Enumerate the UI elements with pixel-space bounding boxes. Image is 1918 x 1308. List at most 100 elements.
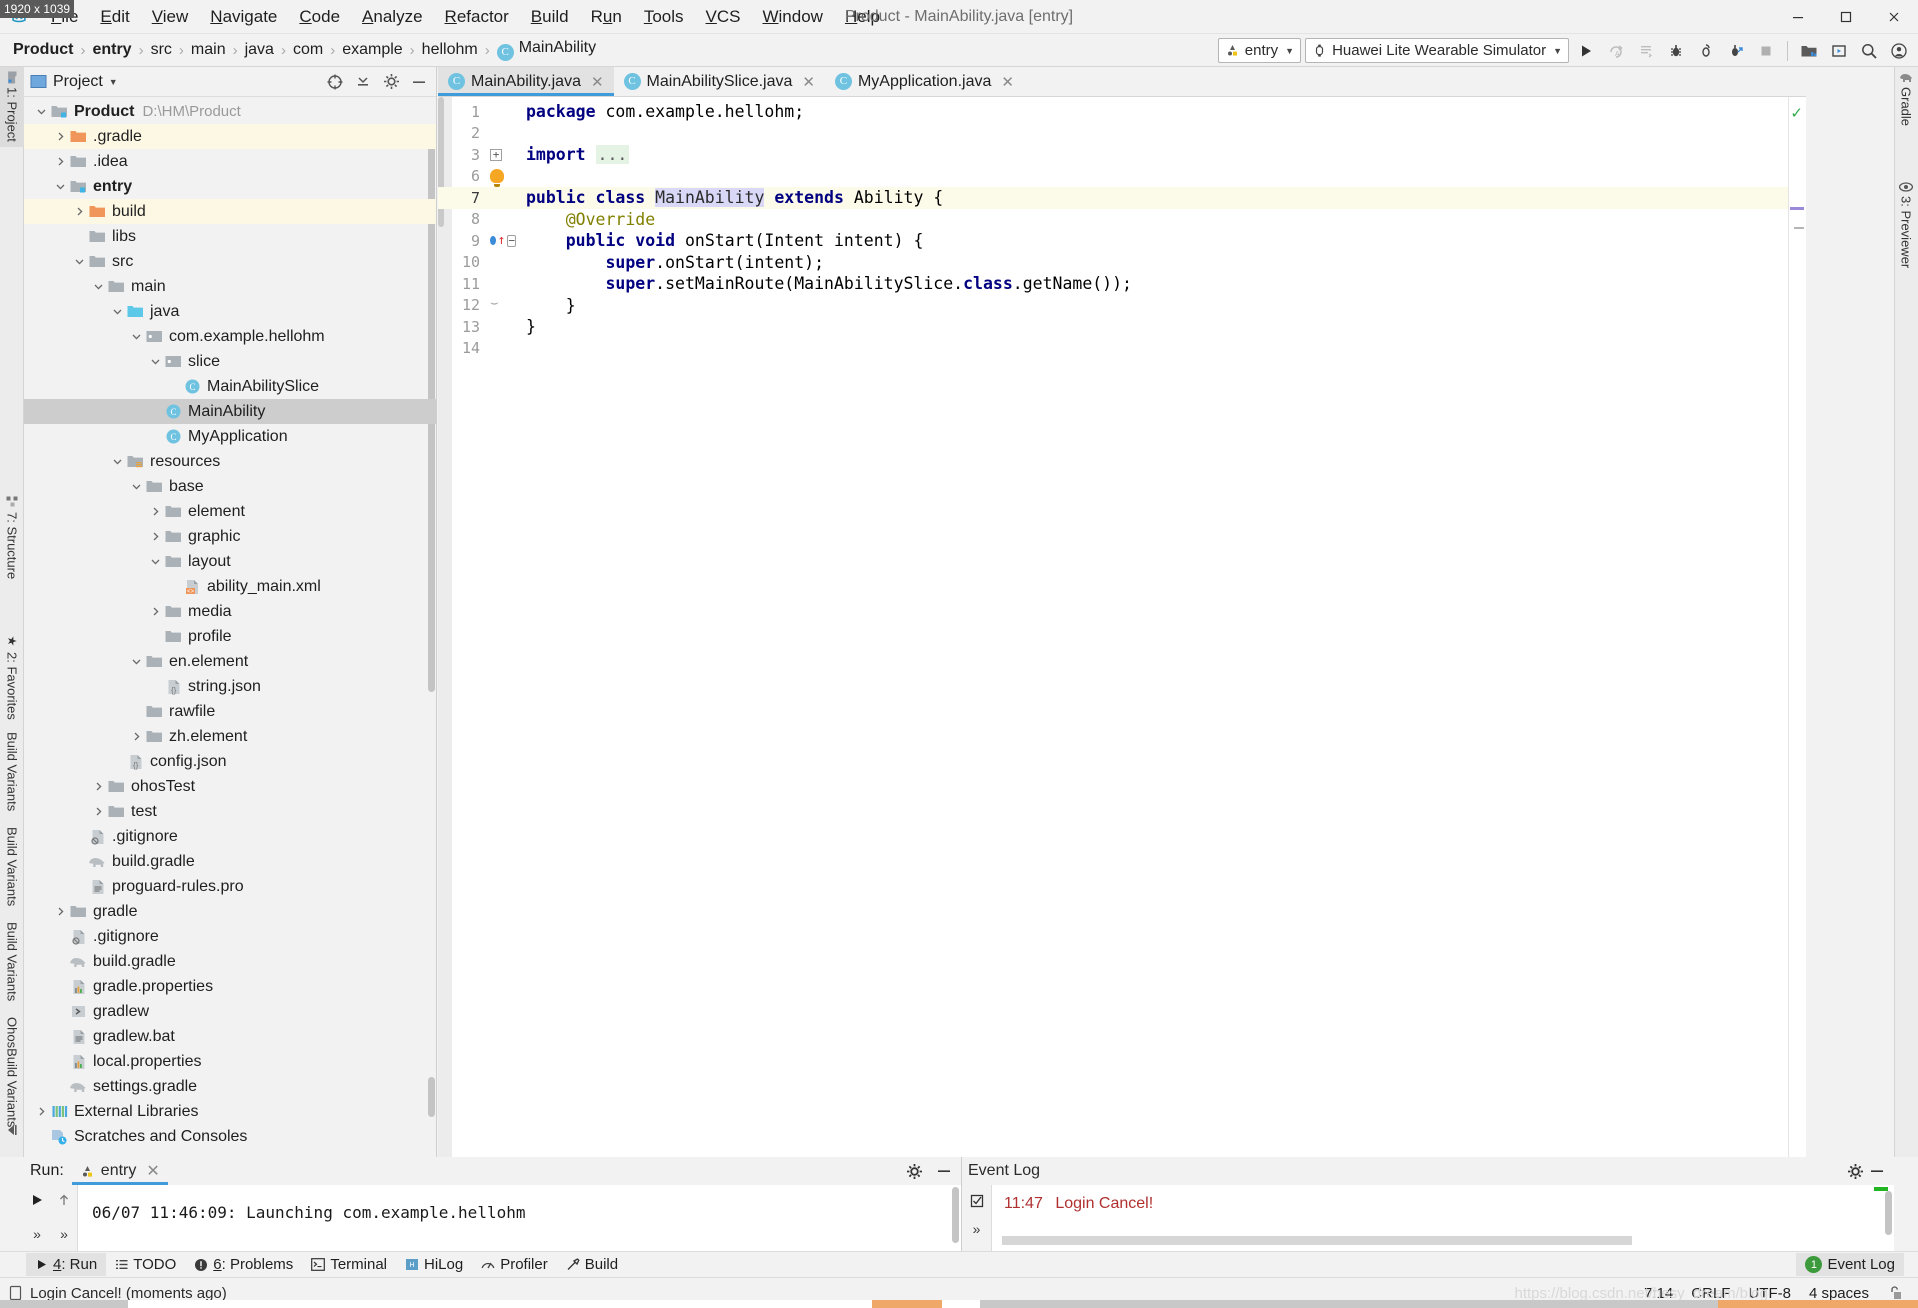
code-editor[interactable]: 1 package com.example.hellohm; 2 3 + import .… xyxy=(438,97,1806,1157)
tree-node-settings.gradle[interactable]: settings.gradle xyxy=(24,1074,436,1099)
tree-node-slice[interactable]: slice xyxy=(24,349,436,374)
chevron-right-icon[interactable] xyxy=(148,504,163,519)
expand-event-log-button[interactable]: » xyxy=(965,1217,989,1241)
tree-node-element[interactable]: element xyxy=(24,499,436,524)
settings-gear-icon[interactable] xyxy=(903,1160,925,1182)
tree-node-test[interactable]: test xyxy=(24,799,436,824)
editor-tab-myapplication-java[interactable]: C MyApplication.java ✕ xyxy=(824,67,1024,96)
chevron-down-icon[interactable] xyxy=(110,304,125,319)
chevron-right-icon[interactable] xyxy=(53,904,68,919)
event-log-content[interactable]: 11:47 Login Cancel! xyxy=(992,1185,1894,1251)
menu-item-help[interactable]: Help xyxy=(834,3,891,31)
tree-node-main[interactable]: main xyxy=(24,274,436,299)
tree-node-src[interactable]: src xyxy=(24,249,436,274)
gutter-marks[interactable]: ⌣ xyxy=(488,297,516,311)
tree-node-scratches-and-consoles[interactable]: Scratches and Consoles xyxy=(24,1124,436,1149)
chevron-down-icon[interactable] xyxy=(129,654,144,669)
expand-left-button[interactable]: » xyxy=(25,1222,49,1246)
tool-window-6-problems[interactable]: 6: Problems xyxy=(185,1253,302,1276)
sidebar-item-project[interactable]: 1: Project xyxy=(0,67,24,147)
tree-node-media[interactable]: media xyxy=(24,599,436,624)
chevron-right-icon[interactable] xyxy=(72,204,87,219)
settings-gear-icon[interactable] xyxy=(1844,1160,1866,1182)
overriding-method-icon[interactable]: ↑ xyxy=(498,234,506,247)
menu-item-vcs[interactable]: VCS xyxy=(695,3,752,31)
close-icon[interactable]: ✕ xyxy=(802,73,815,91)
tree-node-gradlew.bat[interactable]: gradlew.bat xyxy=(24,1024,436,1049)
status-message[interactable]: Login Cancel! (moments ago) xyxy=(30,1285,227,1302)
device-manager-button[interactable] xyxy=(1826,38,1852,64)
tree-node-mainability[interactable]: C MainAbility xyxy=(24,399,436,424)
tree-node-ability-main.xml[interactable]: <> ability_main.xml xyxy=(24,574,436,599)
code-line-8[interactable]: 8 @Override xyxy=(438,209,1806,231)
chevron-down-icon[interactable] xyxy=(72,254,87,269)
chevron-right-icon[interactable] xyxy=(148,604,163,619)
chevron-down-icon[interactable] xyxy=(129,479,144,494)
editor-tab-mainabilityslice-java[interactable]: C MainAbilitySlice.java ✕ xyxy=(613,67,825,96)
hide-panel-icon[interactable] xyxy=(408,71,430,93)
close-icon[interactable]: ✕ xyxy=(146,1161,159,1181)
run-console[interactable]: 06/07 11:46:09: Launching com.example.he… xyxy=(78,1185,961,1251)
tool-window-todo[interactable]: TODO xyxy=(106,1253,185,1276)
code-line-6[interactable]: 6 xyxy=(438,166,1806,188)
breadcrumb-item-src[interactable]: src xyxy=(146,39,177,61)
gutter-marks[interactable]: + xyxy=(488,148,516,161)
run-button[interactable] xyxy=(1573,38,1599,64)
tree-node-com.example.hellohm[interactable]: com.example.hellohm xyxy=(24,324,436,349)
code-line-2[interactable]: 2 xyxy=(438,123,1806,145)
run-console-scrollbar[interactable] xyxy=(952,1187,959,1243)
menu-item-run[interactable]: Run xyxy=(580,3,633,31)
sidebar-item-favorites[interactable]: ★ 2: Favorites xyxy=(0,629,24,725)
tree-node-string.json[interactable]: {} string.json xyxy=(24,674,436,699)
close-icon[interactable]: ✕ xyxy=(1001,73,1014,91)
code-line-1[interactable]: 1 package com.example.hellohm; xyxy=(438,101,1806,123)
tool-window-hilog[interactable]: H HiLog xyxy=(396,1253,472,1276)
tree-node-.gradle[interactable]: .gradle xyxy=(24,124,436,149)
editor-tab-mainability-java[interactable]: C MainAbility.java ✕ xyxy=(438,67,614,96)
tree-node-graphic[interactable]: graphic xyxy=(24,524,436,549)
attach-debugger-button[interactable] xyxy=(1693,38,1719,64)
tree-node-entry[interactable]: entry xyxy=(24,174,436,199)
tree-node-config.json[interactable]: {} config.json xyxy=(24,749,436,774)
breakpoint-icon[interactable] xyxy=(490,236,496,246)
debug-button[interactable] xyxy=(1663,38,1689,64)
tree-node-java[interactable]: java xyxy=(24,299,436,324)
rerun-coverage-button[interactable]: A xyxy=(1603,38,1629,64)
sidebar-item-build-variants-1[interactable]: Build Variants xyxy=(0,727,24,816)
sidebar-item-build-variants-2[interactable]: Build Variants xyxy=(0,822,24,911)
tree-node-local.properties[interactable]: local.properties xyxy=(24,1049,436,1074)
line-separator[interactable]: CRLF xyxy=(1691,1285,1730,1302)
menu-item-view[interactable]: View xyxy=(141,3,200,31)
fold-end-icon[interactable]: ⌣ xyxy=(490,297,502,311)
tool-window-event-log[interactable]: 1 Event Log xyxy=(1796,1253,1904,1276)
breadcrumb-item-com[interactable]: com xyxy=(288,39,328,61)
breadcrumb-item-entry[interactable]: entry xyxy=(87,39,136,61)
menu-item-window[interactable]: Window xyxy=(751,3,833,31)
tree-node-mainabilityslice[interactable]: C MainAbilitySlice xyxy=(24,374,436,399)
rerun-button[interactable] xyxy=(25,1188,49,1212)
chevron-right-icon[interactable] xyxy=(91,804,106,819)
tree-node-proguard-rules.pro[interactable]: proguard-rules.pro xyxy=(24,874,436,899)
tree-node-en.element[interactable]: en.element xyxy=(24,649,436,674)
chevron-right-icon[interactable] xyxy=(91,779,106,794)
unlocked-icon[interactable] xyxy=(1887,1285,1904,1301)
tree-node-.idea[interactable]: .idea xyxy=(24,149,436,174)
code-line-10[interactable]: 10 super.onStart(intent); xyxy=(438,252,1806,274)
tree-node-build.gradle[interactable]: build.gradle xyxy=(24,849,436,874)
stop-button[interactable] xyxy=(1753,38,1779,64)
code-line-7[interactable]: 7 public class MainAbility extends Abilit… xyxy=(438,187,1806,209)
chevron-down-icon[interactable] xyxy=(110,454,125,469)
breadcrumb-item-main[interactable]: main xyxy=(186,39,231,61)
gutter-marks[interactable] xyxy=(488,169,516,188)
event-log-vscrollbar[interactable] xyxy=(1885,1191,1892,1235)
indent-setting[interactable]: 4 spaces xyxy=(1809,1285,1869,1302)
breadcrumb-item-product[interactable]: Product xyxy=(8,39,78,61)
tree-node-external-libraries[interactable]: External Libraries xyxy=(24,1099,436,1124)
close-button[interactable] xyxy=(1870,0,1918,34)
account-icon[interactable] xyxy=(1886,38,1912,64)
chevron-right-icon[interactable] xyxy=(129,729,144,744)
mark-all-read-icon[interactable] xyxy=(965,1189,989,1213)
file-encoding[interactable]: UTF-8 xyxy=(1748,1285,1791,1302)
fold-expand-icon[interactable]: + xyxy=(490,148,502,161)
expand-right-button[interactable]: » xyxy=(52,1222,76,1246)
